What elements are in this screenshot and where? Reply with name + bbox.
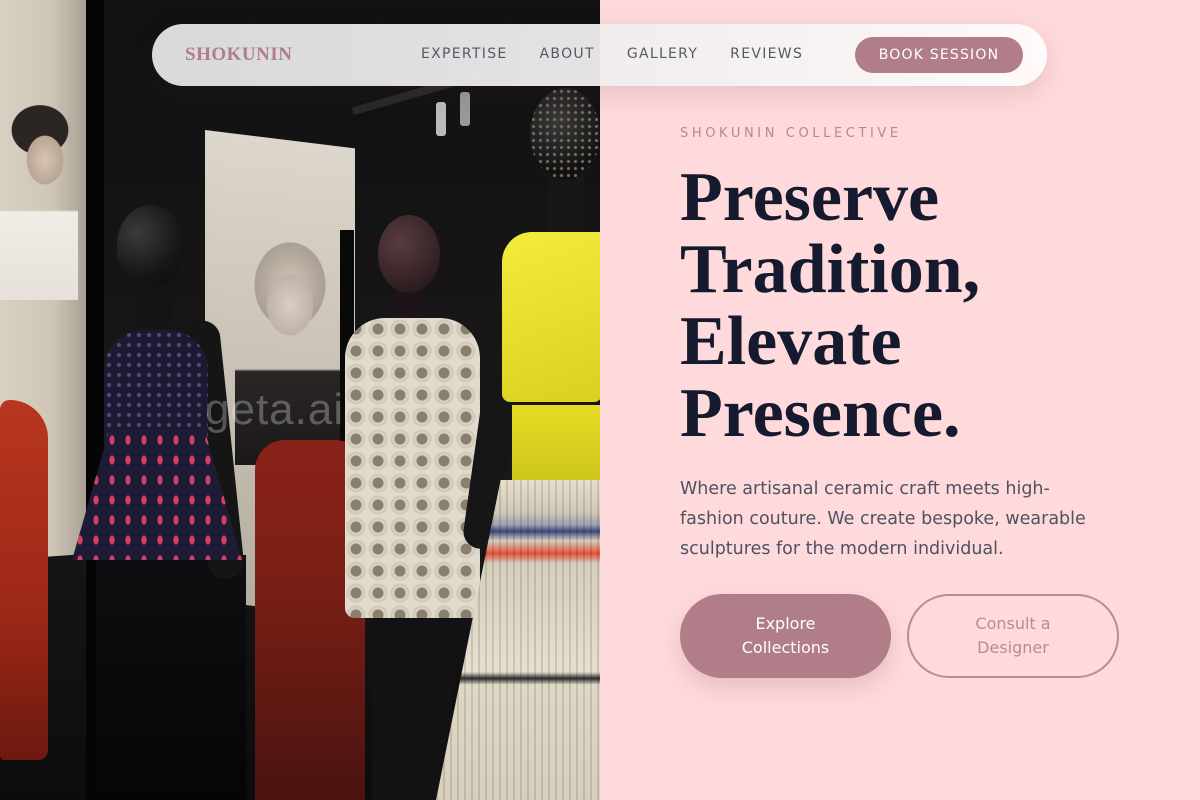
headline-line: Tradition, (680, 231, 981, 308)
spotlight (460, 92, 470, 126)
headline-line: Presence. (680, 375, 961, 452)
nav-link-about[interactable]: ABOUT (540, 46, 595, 62)
mannequin-trousers (96, 555, 246, 800)
hero-headline: Preserve Tradition, Elevate Presence. (680, 162, 1180, 450)
consult-designer-button[interactable]: Consult a Designer (907, 594, 1119, 678)
mannequin-legs (372, 615, 452, 800)
nav-link-gallery[interactable]: GALLERY (627, 46, 698, 62)
top-navigation: SHOKUNIN EXPERTISE ABOUT GALLERY REVIEWS… (152, 24, 1047, 86)
hero-eyebrow: SHOKUNIN COLLECTIVE (680, 126, 902, 141)
yellow-top (502, 232, 600, 402)
nav-links: EXPERTISE ABOUT GALLERY REVIEWS (421, 46, 835, 62)
hero-photo: geta.ai (0, 0, 600, 800)
nav-link-reviews[interactable]: REVIEWS (730, 46, 803, 62)
mannequin-head (378, 215, 440, 293)
headline-line: Preserve (680, 159, 940, 236)
book-session-button[interactable]: BOOK SESSION (855, 37, 1023, 73)
headline-line: Elevate (680, 303, 902, 380)
mannequin-head (117, 205, 185, 285)
explore-collections-button[interactable]: Explore Collections (680, 594, 891, 678)
hero-description: Where artisanal ceramic craft meets high… (680, 479, 1086, 559)
brand-logo[interactable]: SHOKUNIN (185, 44, 292, 66)
portrait-figure-left (0, 100, 78, 300)
image-watermark: geta.ai (205, 385, 345, 434)
mannequin-neck (548, 176, 584, 236)
spotlight (436, 102, 446, 136)
textured-white-dress (345, 318, 480, 618)
mannequin-head-net (530, 88, 600, 180)
nav-link-expertise[interactable]: EXPERTISE (421, 46, 508, 62)
red-jacket-garment (0, 400, 48, 760)
